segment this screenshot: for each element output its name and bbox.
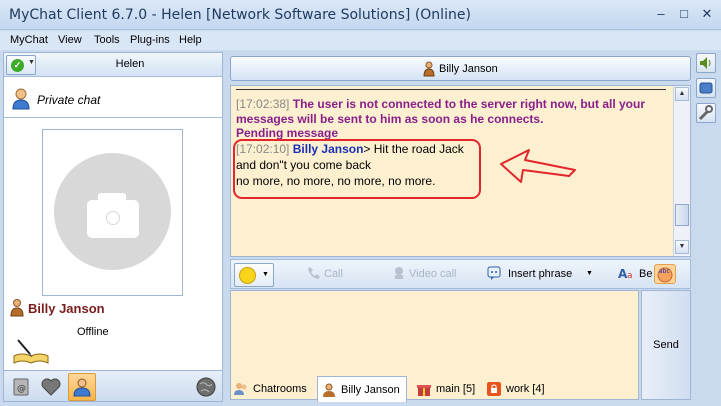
tab-label: Billy Janson — [341, 383, 400, 396]
pending-message-label: Pending message — [236, 126, 339, 140]
user-header: ✓ ▼ Helen — [4, 53, 222, 77]
tab-main[interactable]: main [5] — [413, 376, 479, 402]
globe-icon[interactable] — [192, 373, 220, 401]
gift-icon — [417, 385, 431, 396]
tab-label: Chatrooms — [253, 383, 307, 395]
open-book-icon — [13, 339, 49, 364]
message-timestamp: [17:02:38] — [236, 97, 290, 111]
menu-plugins[interactable]: Plug-ins — [130, 34, 170, 46]
user-icon — [423, 61, 435, 77]
menu-mychat[interactable]: MyChat — [10, 34, 48, 46]
menu-bar: MyChat View Tools Plug-ins Help — [0, 31, 721, 50]
mail-icon[interactable]: @ — [7, 373, 35, 401]
svg-text:@: @ — [17, 384, 26, 394]
user-icon — [12, 88, 30, 110]
message-scrollbar[interactable]: ▲ ▼ — [673, 86, 690, 256]
window-title: MyChat Client 6.7.0 - Helen [Network Sof… — [9, 7, 471, 23]
system-message-text: The user is not connected to the server … — [292, 97, 646, 111]
minimize-button[interactable]: – — [654, 6, 668, 22]
private-chat-label: Private chat — [37, 93, 101, 107]
contact-user-icon — [10, 299, 24, 317]
sidebar-toolbar: @ — [3, 370, 223, 402]
tab-label: work [4] — [506, 383, 545, 395]
side-toolbar — [696, 52, 718, 132]
video-call-button[interactable]: Video call — [409, 268, 457, 280]
sound-icon[interactable] — [696, 53, 716, 73]
scroll-thumb[interactable] — [675, 204, 689, 226]
system-message: [17:02:38] The user is not connected to … — [236, 97, 645, 111]
spellcheck-icon[interactable]: abc — [654, 264, 676, 284]
video-icon — [395, 267, 403, 279]
contact-name: Billy Janson — [28, 301, 105, 316]
avatar-placeholder — [54, 153, 171, 270]
contacts-icon[interactable] — [68, 373, 96, 401]
phone-icon — [308, 267, 320, 279]
contact-status: Offline — [77, 326, 109, 338]
svg-text:a: a — [627, 271, 633, 280]
svg-text:abc: abc — [659, 268, 670, 275]
font-icon[interactable]: Aa — [618, 266, 636, 280]
smiley-icon — [239, 267, 256, 284]
contact-avatar[interactable] — [42, 129, 183, 296]
status-selector[interactable]: ✓ ▼ — [6, 55, 36, 75]
tools-icon[interactable] — [696, 103, 716, 123]
menu-help[interactable]: Help — [179, 34, 202, 46]
chat-panel: Billy Janson [17:02:38] The user is not … — [228, 52, 694, 402]
emoji-button[interactable]: ▼ — [234, 263, 274, 287]
tab-bar: Chatrooms Billy Janson main [5] work [4] — [228, 376, 694, 402]
chevron-down-icon[interactable]: ▼ — [586, 270, 593, 277]
chatrooms-icon — [234, 383, 247, 395]
tab-work[interactable]: work [4] — [483, 376, 553, 402]
chevron-down-icon: ▼ — [262, 271, 269, 278]
message-history[interactable]: [17:02:38] The user is not connected to … — [230, 85, 691, 257]
heart-icon[interactable] — [37, 373, 65, 401]
message-toolbar: ▼ Call Video call Insert phrase ▼ Aa Be … — [230, 259, 691, 289]
insert-phrase-button[interactable]: Insert phrase — [508, 268, 572, 280]
tab-billy-janson[interactable]: Billy Janson — [317, 376, 407, 402]
phrase-icon — [487, 266, 501, 280]
close-button[interactable]: ✕ — [700, 6, 714, 22]
chat-header-button[interactable]: Billy Janson — [230, 56, 691, 81]
chevron-down-icon: ▼ — [28, 59, 35, 66]
call-button[interactable]: Call — [324, 268, 343, 280]
menu-tools[interactable]: Tools — [94, 34, 120, 46]
chat-partner-name: Billy Janson — [439, 63, 498, 75]
lock-icon — [487, 382, 501, 396]
scroll-down-button[interactable]: ▼ — [675, 240, 689, 254]
current-user-name: Helen — [115, 58, 145, 70]
pointer-arrow-annotation — [500, 149, 576, 183]
tab-chatrooms[interactable]: Chatrooms — [230, 376, 316, 402]
system-message-text: messages will be sent to him as soon as … — [236, 112, 544, 126]
highlight-annotation — [233, 139, 481, 199]
menu-view[interactable]: View — [58, 34, 82, 46]
tab-label: main [5] — [436, 383, 476, 395]
overflow-button[interactable]: Be — [639, 268, 655, 280]
scroll-up-button[interactable]: ▲ — [675, 87, 689, 101]
private-chat-header: Private chat — [4, 78, 222, 118]
contact-panel: ✓ ▼ Helen Private chat Billy Janson Offl… — [3, 52, 223, 402]
maximize-button[interactable]: □ — [677, 6, 691, 22]
divider — [236, 89, 666, 90]
window-icon[interactable] — [696, 78, 716, 98]
user-icon — [323, 383, 335, 397]
title-bar: MyChat Client 6.7.0 - Helen [Network Sof… — [0, 0, 721, 30]
online-status-icon: ✓ — [11, 59, 24, 72]
